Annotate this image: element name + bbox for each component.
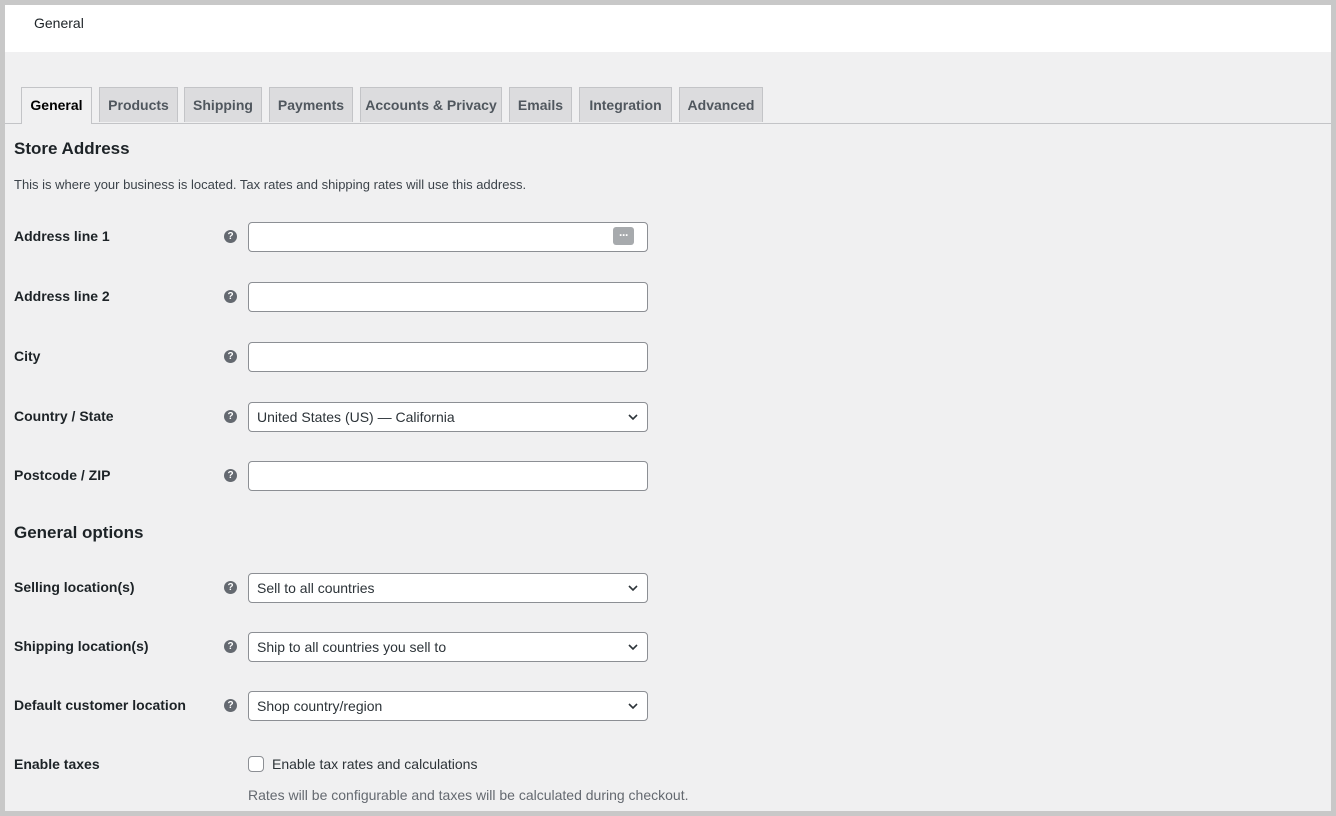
question-mark-circle-icon[interactable]: ? xyxy=(224,640,237,653)
postcode-label: Postcode / ZIP xyxy=(14,467,111,483)
selling-locations-value: Sell to all countries xyxy=(257,580,375,596)
question-mark-circle-icon[interactable]: ? xyxy=(224,290,237,303)
address-line-2-label: Address line 2 xyxy=(14,288,110,304)
chevron-down-icon xyxy=(628,703,638,710)
store-address-description: This is where your business is located. … xyxy=(14,177,527,192)
store-address-heading: Store Address xyxy=(14,139,130,158)
question-mark-circle-icon[interactable]: ? xyxy=(224,469,237,482)
page-header: General xyxy=(5,5,1331,52)
question-mark-circle-icon[interactable]: ? xyxy=(224,410,237,423)
question-mark-circle-icon[interactable]: ? xyxy=(224,350,237,363)
chevron-down-icon xyxy=(628,414,638,421)
tab-accounts-privacy[interactable]: Accounts & Privacy xyxy=(360,87,502,122)
selling-locations-label: Selling location(s) xyxy=(14,579,135,595)
country-state-select[interactable]: United States (US) — California xyxy=(248,402,648,432)
postcode-input[interactable] xyxy=(248,461,648,491)
city-input[interactable] xyxy=(248,342,648,372)
tab-shipping[interactable]: Shipping xyxy=(184,87,262,122)
enable-taxes-label: Enable taxes xyxy=(14,756,100,772)
question-mark-circle-icon[interactable]: ? xyxy=(224,699,237,712)
shipping-locations-label: Shipping location(s) xyxy=(14,638,149,654)
default-customer-location-select[interactable]: Shop country/region xyxy=(248,691,648,721)
password-manager-icon[interactable]: ··· xyxy=(613,227,634,245)
shipping-locations-value: Ship to all countries you sell to xyxy=(257,639,447,655)
question-mark-circle-icon[interactable]: ? xyxy=(224,230,237,243)
country-state-label: Country / State xyxy=(14,408,114,424)
city-label: City xyxy=(14,348,41,364)
tab-products[interactable]: Products xyxy=(99,87,178,122)
tab-payments[interactable]: Payments xyxy=(269,87,353,122)
address-line-1-input[interactable] xyxy=(248,222,648,252)
settings-page: General General Products Shipping Paymen… xyxy=(5,5,1331,811)
country-state-value: United States (US) — California xyxy=(257,409,455,425)
enable-taxes-checkbox-label[interactable]: Enable tax rates and calculations xyxy=(272,756,477,772)
shipping-locations-select[interactable]: Ship to all countries you sell to xyxy=(248,632,648,662)
default-customer-location-value: Shop country/region xyxy=(257,698,383,714)
address-line-2-input[interactable] xyxy=(248,282,648,312)
enable-taxes-hint: Rates will be configurable and taxes wil… xyxy=(248,787,689,803)
chevron-down-icon xyxy=(628,644,638,651)
tab-advanced[interactable]: Advanced xyxy=(679,87,763,122)
general-options-heading: General options xyxy=(14,523,144,542)
tab-emails[interactable]: Emails xyxy=(509,87,572,122)
page-title: General xyxy=(34,15,84,31)
question-mark-circle-icon[interactable]: ? xyxy=(224,581,237,594)
chevron-down-icon xyxy=(628,585,638,592)
settings-tabs: General Products Shipping Payments Accou… xyxy=(5,87,1331,124)
default-customer-location-label: Default customer location xyxy=(14,697,186,713)
enable-taxes-checkbox[interactable] xyxy=(248,756,264,772)
selling-locations-select[interactable]: Sell to all countries xyxy=(248,573,648,603)
tab-integration[interactable]: Integration xyxy=(579,87,672,122)
address-line-1-label: Address line 1 xyxy=(14,228,110,244)
tab-general[interactable]: General xyxy=(21,87,92,124)
